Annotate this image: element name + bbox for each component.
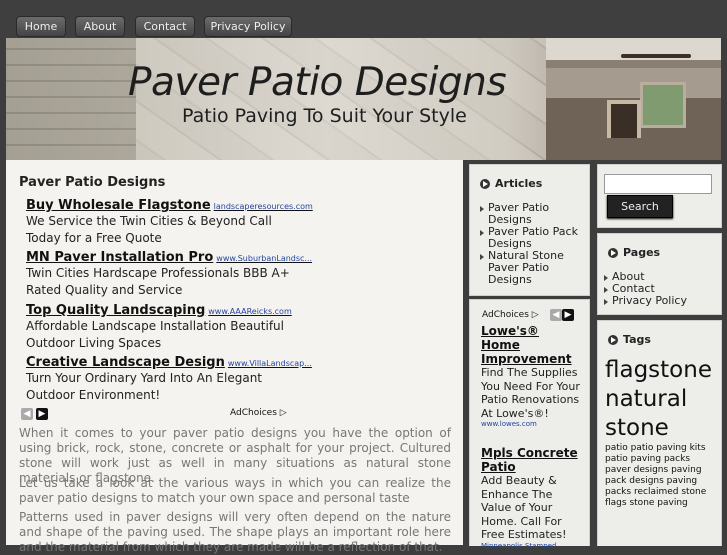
main-content: Paver Patio Designs Buy Wholesale Flagst… [6, 160, 463, 554]
top-nav: Home About Contact Privacy Policy [0, 0, 727, 38]
ad-unit[interactable]: Creative Landscape Design www.VillaLandsc… [26, 355, 312, 404]
ad-unit[interactable]: Top Quality Landscaping www.AAAReicks.com… [26, 303, 296, 352]
ad-next-arrow-icon[interactable]: ▶ [36, 408, 48, 420]
adchoices-link[interactable]: AdChoices ▷ [230, 408, 287, 418]
tags-title: Tags [608, 333, 651, 346]
arrow-bullet-icon [608, 335, 618, 345]
ad-body: We Service the Twin Cities & Beyond Call… [26, 214, 272, 245]
body-paragraph: Patterns used in paver designs will very… [19, 510, 451, 554]
tag-link[interactable]: patio paving packs [605, 454, 690, 464]
article-link[interactable]: Paver Patio Pack Designs [480, 226, 584, 250]
fireplace-image [607, 100, 641, 138]
page-title: Paver Patio Designs [19, 175, 166, 190]
arrow-bullet-icon [608, 248, 618, 258]
ad-url[interactable]: Minneapolis Stamped... [481, 542, 581, 550]
ad-url[interactable]: www.SuburbanLandsc... [216, 254, 312, 263]
tag-link[interactable]: patio paving kits [631, 443, 706, 453]
page-link-privacy-policy[interactable]: Privacy Policy [604, 295, 716, 307]
tag-link[interactable]: paver designs [605, 465, 668, 475]
ad-url[interactable]: www.VillaLandscap... [228, 359, 312, 368]
ad-url[interactable]: landscaperesources.com [214, 202, 313, 211]
search-input[interactable] [604, 174, 712, 194]
ad-unit[interactable]: MN Paver Installation Pro www.SuburbanLan… [26, 250, 312, 299]
ad-headline[interactable]: MN Paver Installation Pro [26, 250, 213, 265]
articles-list: Paver Patio Designs Paver Patio Pack Des… [480, 202, 584, 286]
window-image [640, 82, 686, 128]
ceiling-fan-image [621, 54, 691, 58]
site-title[interactable]: Paver Patio Designs [128, 60, 507, 105]
sidebar-ad-unit[interactable]: Lowe's® Home Improvement Find The Suppli… [481, 324, 581, 428]
pages-widget: Pages About Contact Privacy Policy [597, 233, 722, 315]
header-banner: Paver Patio Designs Patio Paving To Suit… [6, 38, 721, 160]
articles-widget: Articles Paver Patio Designs Paver Patio… [469, 164, 590, 296]
stone-wall-image [6, 38, 136, 160]
ad-next-arrow-icon[interactable]: ▶ [562, 309, 574, 321]
article-link[interactable]: Paver Patio Designs [480, 202, 584, 226]
tag-link[interactable]: natural stone [605, 385, 689, 443]
ad-prev-arrow-icon[interactable]: ◀ [21, 408, 33, 420]
ad-headline[interactable]: Top Quality Landscaping [26, 303, 205, 318]
articles-title: Articles [480, 177, 542, 190]
ad-body: Find The Supplies You Need For Your Pati… [481, 366, 580, 420]
article-link[interactable]: Natural Stone Paver Patio Designs [480, 250, 584, 286]
ad-body: Turn Your Ordinary Yard Into An Elegant … [26, 371, 263, 402]
ad-body: Twin Cities Hardscape Professionals BBB … [26, 266, 290, 297]
tag-link[interactable]: stone paving [629, 498, 687, 508]
site-subtitle: Patio Paving To Suit Your Style [182, 105, 467, 127]
ad-headline[interactable]: Creative Landscape Design [26, 355, 225, 370]
ad-headline[interactable]: Lowe's® Home Improvement [481, 324, 581, 366]
search-button[interactable]: Search [607, 195, 673, 218]
ad-body: Affordable Landscape Installation Beauti… [26, 319, 284, 350]
tag-link[interactable]: flagstone [605, 356, 717, 385]
tag-cloud: flagstone natural stone patio patio pavi… [605, 356, 717, 509]
ad-url[interactable]: www.AAAReicks.com [208, 307, 291, 316]
sidebar-ads: AdChoices ▷ ◀ ▶ Lowe's® Home Improvement… [469, 299, 590, 550]
nav-privacy-policy[interactable]: Privacy Policy [204, 16, 292, 37]
arrow-bullet-icon [480, 179, 490, 189]
tag-link[interactable]: patio [605, 443, 628, 453]
pages-list: About Contact Privacy Policy [604, 271, 716, 307]
nav-home[interactable]: Home [16, 16, 66, 37]
sidebar-ad-unit[interactable]: Mpls Concrete Patio Add Beauty & Enhance… [481, 446, 581, 550]
adchoices-link[interactable]: AdChoices ▷ [482, 310, 539, 320]
ad-url[interactable]: www.lowes.com [481, 420, 581, 428]
ad-body: Add Beauty & Enhance The Value of Your H… [481, 474, 567, 541]
nav-contact[interactable]: Contact [135, 16, 195, 37]
ad-headline[interactable]: Buy Wholesale Flagstone [26, 198, 211, 213]
pages-title: Pages [608, 246, 660, 259]
patio-photo [546, 38, 721, 160]
nav-about[interactable]: About [75, 16, 125, 37]
ad-headline[interactable]: Mpls Concrete Patio [481, 446, 581, 474]
ad-prev-arrow-icon[interactable]: ◀ [550, 309, 562, 321]
ad-unit[interactable]: Buy Wholesale Flagstone landscaperesource… [26, 198, 313, 247]
body-paragraph: Let us take a look at the various ways i… [19, 476, 451, 505]
